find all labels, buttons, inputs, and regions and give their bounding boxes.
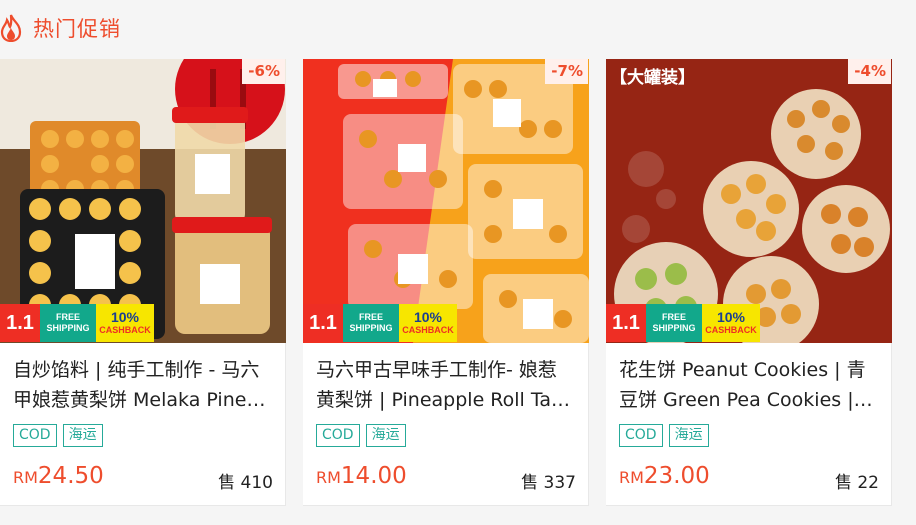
discount-badge: -6%: [242, 59, 285, 84]
free-shipping-line1: FREE: [661, 312, 686, 322]
price-amount: 24.50: [37, 463, 104, 489]
cashback-label: CASHBACK: [99, 325, 151, 335]
price-currency: RM: [13, 468, 38, 487]
product-tags: COD 海运: [13, 424, 103, 447]
promo-event-label: 1.1: [606, 304, 646, 342]
cashback-badge: 10% CASHBACK: [702, 304, 760, 342]
free-shipping-line2: SHIPPING: [46, 323, 90, 333]
product-card[interactable]: -7% 1.1 FREE SHIPPING 10% CASHBACK 马六甲古早…: [303, 59, 589, 506]
promo-strip: 1.1 FREE SHIPPING 10% CASHBACK: [0, 304, 286, 342]
product-title[interactable]: 花生饼 Peanut Cookies | 青豆饼 Green Pea Cooki…: [619, 355, 877, 415]
product-image[interactable]: [0, 59, 286, 343]
tag-cod: COD: [13, 424, 57, 447]
image-banner-text: 【大罐装】: [610, 67, 695, 88]
free-shipping-line2: SHIPPING: [652, 323, 696, 333]
price-currency: RM: [316, 468, 341, 487]
product-tags: COD 海运: [619, 424, 709, 447]
price-currency: RM: [619, 468, 644, 487]
discount-badge: -7%: [545, 59, 588, 84]
discount-badge: -4%: [848, 59, 891, 84]
free-shipping-line2: SHIPPING: [349, 323, 393, 333]
sold-count: 售 410: [218, 473, 273, 493]
cashback-percent: 10%: [716, 309, 746, 325]
product-title[interactable]: 马六甲古早味手工制作- 娘惹黄梨饼 | Pineapple Roll Tarts: [316, 355, 574, 415]
tag-cod: COD: [619, 424, 663, 447]
product-image[interactable]: 【大罐装】: [606, 59, 892, 343]
flame-icon: [0, 14, 22, 42]
sold-count: 售 337: [521, 473, 576, 493]
promo-strip: 1.1 FREE SHIPPING 10% CASHBACK: [303, 304, 589, 342]
promo-event-label: 1.1: [303, 304, 343, 342]
tag-shipping: 海运: [62, 424, 103, 447]
cashback-label: CASHBACK: [402, 325, 454, 335]
promo-event-label: 1.1: [0, 304, 40, 342]
section-header: 热门促销: [0, 0, 916, 52]
promo-strip: 1.1 FREE SHIPPING 10% CASHBACK: [606, 304, 892, 342]
tag-shipping: 海运: [365, 424, 406, 447]
product-price: RM24.50: [13, 463, 104, 489]
product-price: RM23.00: [619, 463, 710, 489]
section-title: 热门促销: [33, 17, 121, 41]
cashback-percent: 10%: [413, 309, 443, 325]
free-shipping-badge: FREE SHIPPING: [40, 304, 96, 342]
price-amount: 23.00: [643, 463, 710, 489]
cashback-label: CASHBACK: [705, 325, 757, 335]
free-shipping-line1: FREE: [358, 312, 383, 322]
tag-cod: COD: [316, 424, 360, 447]
product-tags: COD 海运: [316, 424, 406, 447]
free-shipping-badge: FREE SHIPPING: [646, 304, 702, 342]
price-amount: 14.00: [340, 463, 407, 489]
product-title[interactable]: 自炒馅料 | 纯手工制作 - 马六甲娘惹黄梨饼 Melaka Pineapple…: [13, 355, 271, 415]
cashback-badge: 10% CASHBACK: [96, 304, 154, 342]
product-price: RM14.00: [316, 463, 407, 489]
product-card[interactable]: 【大罐装】 -4% 1.1 FREE SHIPPING 10% CASHBACK…: [606, 59, 892, 506]
product-image[interactable]: [303, 59, 589, 343]
sold-count: 售 22: [834, 473, 879, 493]
cashback-badge: 10% CASHBACK: [399, 304, 457, 342]
cashback-percent: 10%: [110, 309, 140, 325]
free-shipping-badge: FREE SHIPPING: [343, 304, 399, 342]
free-shipping-line1: FREE: [55, 312, 80, 322]
tag-shipping: 海运: [668, 424, 709, 447]
product-card[interactable]: -6% 1.1 FREE SHIPPING 10% CASHBACK 自炒馅料 …: [0, 59, 286, 506]
